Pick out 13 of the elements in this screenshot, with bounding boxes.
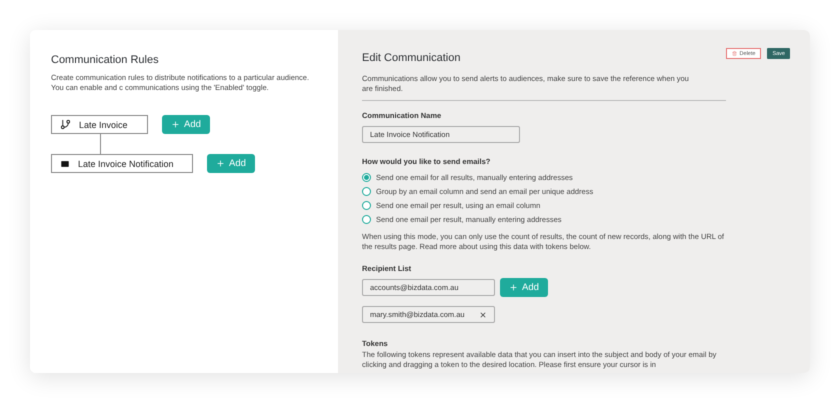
- plus-icon: [509, 283, 518, 292]
- close-icon[interactable]: [479, 310, 487, 318]
- mail-icon: [60, 158, 70, 168]
- radio-button[interactable]: [362, 200, 371, 210]
- plus-icon: [171, 120, 180, 129]
- radio-button[interactable]: [362, 172, 371, 182]
- radio-button[interactable]: [362, 186, 371, 196]
- plus-icon: [216, 159, 225, 168]
- trash-icon: [732, 51, 737, 56]
- radio-button[interactable]: [362, 214, 371, 224]
- panel-title: Edit Communication: [362, 52, 460, 64]
- branch-icon: [60, 119, 71, 130]
- panel-title: Communication Rules: [51, 54, 159, 66]
